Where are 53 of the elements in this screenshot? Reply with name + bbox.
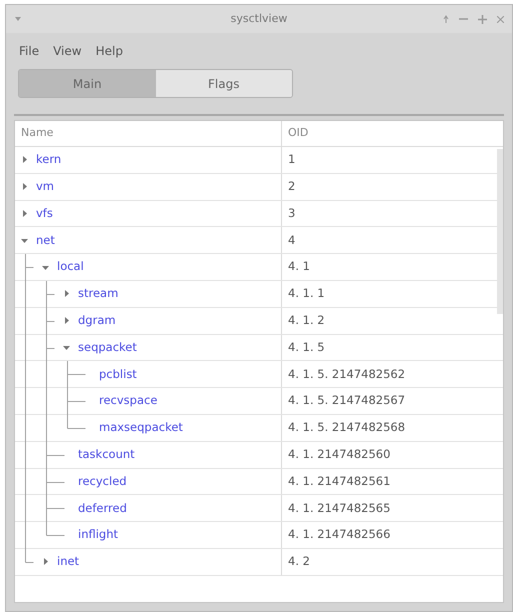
expand-arrow-icon[interactable] bbox=[21, 210, 28, 217]
oid-text: 4. 1. 5. 2147482568 bbox=[288, 419, 406, 436]
node-link[interactable]: vm bbox=[36, 178, 54, 196]
node-link[interactable]: pcblist bbox=[99, 366, 137, 383]
tree-line bbox=[25, 308, 56, 335]
node-link[interactable]: kern bbox=[36, 151, 62, 169]
column-header[interactable]: Name bbox=[15, 121, 282, 146]
node-link[interactable]: seqpacket bbox=[78, 338, 137, 356]
node-link[interactable]: net bbox=[36, 232, 55, 249]
scrollbar[interactable] bbox=[497, 149, 503, 314]
oid-text: 4. 1. 5 bbox=[288, 338, 325, 356]
oid-text: 2 bbox=[288, 178, 296, 196]
oid-text: 3 bbox=[288, 204, 296, 222]
expand-arrow-icon[interactable] bbox=[63, 317, 70, 324]
node-link[interactable]: deferred bbox=[78, 500, 127, 517]
node-link[interactable]: maxseqpacket bbox=[99, 419, 183, 436]
tree-line bbox=[25, 388, 87, 416]
oid-text: 4. 1 bbox=[288, 258, 310, 276]
oid-text: 1 bbox=[288, 151, 296, 168]
oid-text: 4. 1. 5. 2147482567 bbox=[288, 392, 406, 410]
menu-item[interactable]: View bbox=[50, 42, 85, 60]
node-link[interactable]: inflight bbox=[78, 526, 118, 544]
menu-item[interactable]: Help bbox=[92, 42, 126, 60]
node-link[interactable]: dgram bbox=[78, 312, 116, 330]
oid-text: 4. 1. 5. 2147482562 bbox=[288, 366, 406, 383]
oid-text: 4. 2 bbox=[288, 553, 310, 570]
node-link[interactable]: recycled bbox=[78, 472, 127, 490]
tree-line bbox=[25, 468, 66, 496]
node-link[interactable]: inet bbox=[57, 553, 80, 570]
node-link[interactable]: local bbox=[57, 258, 84, 276]
oid-text: 4. 1. 2147482565 bbox=[288, 500, 390, 517]
oid-text: 4. 1. 2147482566 bbox=[288, 526, 390, 544]
collapse-arrow-icon[interactable] bbox=[42, 264, 49, 271]
node-link[interactable]: recvspace bbox=[99, 392, 158, 410]
oid-text: 4. 1. 2147482561 bbox=[288, 472, 390, 490]
expand-arrow-icon[interactable] bbox=[42, 558, 49, 566]
tab[interactable]: Flags bbox=[156, 70, 292, 97]
collapse-arrow-icon[interactable] bbox=[63, 344, 70, 351]
oid-text: 4. 1. 2147482560 bbox=[288, 446, 390, 464]
expand-arrow-icon[interactable] bbox=[21, 183, 28, 190]
menu-item[interactable]: File bbox=[16, 42, 42, 60]
node-link[interactable]: taskcount bbox=[78, 446, 135, 464]
oid-text: 4. 1. 2 bbox=[288, 312, 325, 330]
expand-arrow-icon[interactable] bbox=[63, 290, 70, 298]
collapse-arrow-icon[interactable] bbox=[21, 236, 28, 244]
window-title: sysctlview bbox=[230, 10, 288, 27]
expand-arrow-icon[interactable] bbox=[21, 156, 28, 164]
oid-text: 4. 1. 1 bbox=[288, 285, 325, 302]
node-link[interactable]: vfs bbox=[36, 204, 53, 222]
tree-line bbox=[25, 495, 66, 522]
column-header[interactable]: OID bbox=[282, 121, 503, 146]
oid-text: 4 bbox=[288, 232, 296, 249]
node-link[interactable]: stream bbox=[78, 285, 118, 302]
